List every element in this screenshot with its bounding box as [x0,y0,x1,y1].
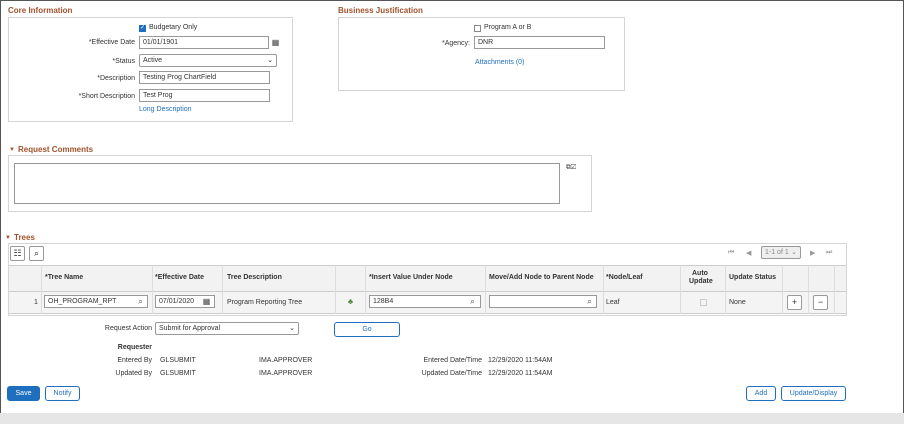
next-page-icon[interactable]: ▶ [810,249,815,257]
node-leaf-value: Leaf [606,299,620,306]
col-divider [725,265,726,314]
bottom-scrollbar[interactable] [0,413,904,424]
col-divider [603,265,604,314]
search-icon[interactable]: ⌕ [584,296,595,307]
search-icon[interactable]: ⌕ [467,296,478,307]
update-status-value: None [729,299,746,306]
short-description-label: *Short Description [78,93,135,100]
request-action-select[interactable]: Submit for Approval ⌄ [155,322,299,335]
calendar-icon[interactable]: ▦ [270,37,281,48]
request-comments-title: Request Comments [18,145,94,154]
move-add-input[interactable] [489,295,597,308]
col-auto-update-line1: Auto [692,270,708,277]
col-divider [485,265,486,314]
entered-by-approver: IMA.APPROVER [259,357,313,364]
pager-value: 1-1 of 1 [765,249,789,256]
entered-datetime-value: 12/29/2020 11:54AM [488,357,553,364]
short-description-input[interactable]: Test Prog [139,89,270,102]
chevron-down-icon: ⌄ [289,325,295,332]
requester-label: Requester [117,344,152,351]
expand-editor-icon[interactable]: ⧉☑ [562,162,580,173]
col-update-status: Update Status [729,274,777,281]
last-page-icon[interactable]: ⏭ [826,249,832,257]
collapse-triangle-icon[interactable]: ▼ [5,235,11,241]
col-divider [152,265,153,314]
previous-page-icon[interactable]: ◀ [746,249,751,257]
request-action-label: Request Action [104,325,152,332]
program-ab-label: Program A or B [484,24,532,31]
search-icon[interactable]: ⌕ [135,296,146,307]
tree-name-input[interactable]: OH_PROGRAM_RPT [44,295,148,308]
col-tree-name: *Tree Name [45,274,84,281]
notify-button[interactable]: Notify [45,386,80,401]
agency-label: *Agency: [441,40,470,47]
update-display-button[interactable]: Update/Display [781,386,846,401]
auto-update-checkbox[interactable] [700,299,707,306]
col-auto-update-line2: Update [689,278,713,285]
pager-select[interactable]: 1-1 of 1 ⌄ [761,246,801,259]
core-information-title: Core Information [8,6,73,15]
search-icon[interactable]: ⌕ [29,246,44,261]
col-divider [41,265,42,314]
trees-title: Trees [14,233,35,242]
col-divider [680,265,681,314]
delete-row-button[interactable]: − [813,295,828,310]
collapse-triangle-icon[interactable]: ▼ [9,147,15,153]
insert-value-input[interactable]: 128B4 [369,295,481,308]
first-page-icon[interactable]: ⏮ [728,249,734,257]
status-label: *Status [112,58,135,65]
entered-by-value: GLSUBMIT [160,357,196,364]
effective-date-label: *Effective Date [88,39,135,46]
tree-viewer-icon[interactable]: ♣ [345,296,356,307]
budgetary-only-checkbox[interactable] [139,24,146,32]
business-justification-box [338,17,625,91]
description-label: *Description [97,75,135,82]
agency-input[interactable]: DNR [474,36,605,49]
long-description-link[interactable]: Long Description [139,106,192,113]
updated-by-label: Updated By [115,370,152,377]
add-row-button[interactable]: + [787,295,802,310]
col-divider [365,265,366,314]
col-divider [782,265,783,314]
status-value: Active [143,57,163,64]
effective-date-input[interactable]: 01/01/1901 [139,36,269,49]
status-select[interactable]: Active ⌄ [139,54,277,67]
col-divider [834,265,835,314]
col-insert-value: *Insert Value Under Node [369,274,453,281]
tree-description-value: Program Reporting Tree [227,299,303,306]
updated-by-value: GLSUBMIT [160,370,196,377]
chevron-down-icon: ⌄ [791,249,797,256]
request-action-value: Submit for Approval [159,325,221,332]
col-move-add: Move/Add Node to Parent Node [489,274,594,281]
col-divider [808,265,809,314]
calendar-icon[interactable]: ▦ [201,296,212,307]
request-comments-textarea[interactable] [14,163,560,204]
entered-datetime-label: Entered Date/Time [423,357,483,364]
col-divider [222,265,223,314]
save-button[interactable]: Save [7,386,40,401]
updated-datetime-value: 12/29/2020 11:54AM [488,370,553,377]
col-divider [335,265,336,314]
updated-datetime-label: Updated Date/Time [421,370,482,377]
chevron-down-icon: ⌄ [267,57,273,64]
add-button[interactable]: Add [746,386,776,401]
personalize-grid-icon[interactable]: ☷ [10,246,25,261]
col-node-leaf: *Node/Leaf [606,274,643,281]
col-tree-description: Tree Description [227,274,282,281]
entered-by-label: Entered By [117,357,152,364]
go-button[interactable]: Go [334,322,400,337]
description-input[interactable]: Testing Prog ChartField [139,71,270,84]
program-ab-checkbox[interactable] [474,25,481,32]
attachments-link[interactable]: Attachments (0) [475,59,524,66]
budgetary-only-label: Budgetary Only [149,24,198,31]
row-number: 1 [34,299,38,306]
updated-by-approver: IMA.APPROVER [259,370,313,377]
business-justification-title: Business Justification [338,6,423,15]
col-effective-date: *Effective Date [155,274,205,281]
